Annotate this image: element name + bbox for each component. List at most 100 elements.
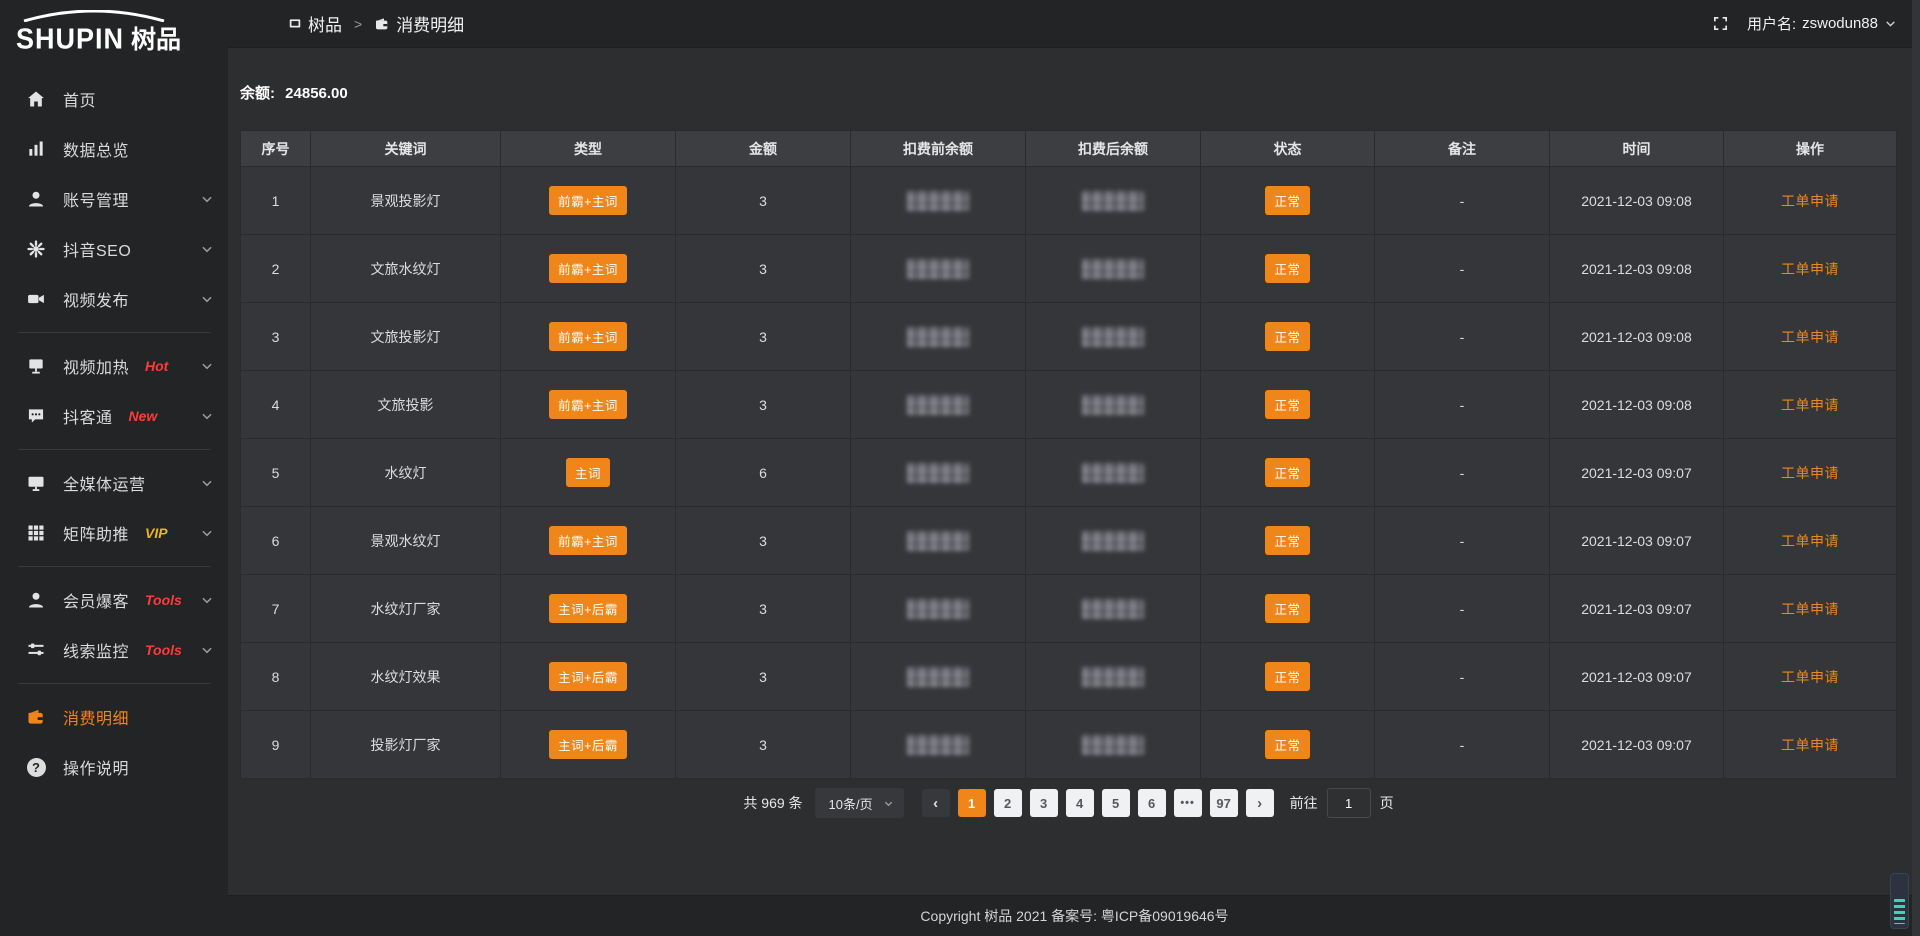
blurred-value — [907, 667, 969, 687]
page-button-6[interactable]: 6 — [1138, 789, 1166, 817]
cell-remark: - — [1375, 439, 1550, 507]
footer: Copyright 树品 2021 备案号: 粤ICP备09019646号 — [228, 895, 1920, 936]
logo-text-cn: 树品 — [131, 20, 181, 56]
cell-pre-balance — [851, 167, 1026, 235]
cell-post-balance — [1026, 439, 1201, 507]
sidebar-item-7[interactable]: 全媒体运营 — [0, 458, 228, 508]
sidebar-item-label: 抖客通 — [63, 404, 113, 428]
table-row: 1景观投影灯前霸+主词3正常-2021-12-03 09:08工单申请 — [241, 167, 1897, 235]
fullscreen-icon[interactable] — [1712, 15, 1729, 32]
page-button-5[interactable]: 5 — [1102, 789, 1130, 817]
cell-action: 工单申请 — [1724, 167, 1897, 235]
page-button-2[interactable]: 2 — [994, 789, 1022, 817]
balance-value: 24856.00 — [285, 85, 348, 102]
chevron-down-icon — [200, 192, 214, 206]
cell-type: 主词+后霸 — [501, 643, 676, 711]
cell-post-balance — [1026, 643, 1201, 711]
table-row: 4文旅投影前霸+主词3正常-2021-12-03 09:08工单申请 — [241, 371, 1897, 439]
more-pages-button[interactable]: ••• — [1174, 789, 1202, 817]
cell-action: 工单申请 — [1724, 371, 1897, 439]
type-badge: 主词+后霸 — [549, 594, 627, 623]
work-order-link[interactable]: 工单申请 — [1781, 669, 1839, 685]
blurred-value — [907, 327, 969, 347]
page-button-4[interactable]: 4 — [1066, 789, 1094, 817]
page-button-1[interactable]: 1 — [958, 789, 986, 817]
column-header: 操作 — [1724, 131, 1897, 167]
work-order-link[interactable]: 工单申请 — [1781, 193, 1839, 209]
sidebar-divider — [18, 683, 210, 684]
page-scrollbar[interactable] — [1912, 0, 1920, 936]
wallet-small-icon — [374, 16, 390, 32]
cell-time: 2021-12-03 09:07 — [1550, 507, 1724, 575]
type-badge: 主词 — [566, 458, 610, 487]
cell-index: 7 — [241, 575, 311, 643]
work-order-link[interactable]: 工单申请 — [1781, 737, 1839, 753]
breadcrumb-item-home[interactable]: 树品 — [288, 11, 342, 36]
gear-icon — [26, 239, 46, 259]
cell-time: 2021-12-03 09:08 — [1550, 167, 1724, 235]
page-size-select[interactable]: 10条/页 — [815, 788, 904, 818]
blurred-value — [1082, 327, 1144, 347]
consumption-table: 序号关键词类型金额扣费前余额扣费后余额状态备注时间操作 1景观投影灯前霸+主词3… — [240, 130, 1897, 779]
page-button-97[interactable]: 97 — [1210, 789, 1238, 817]
sidebar-menu: 首页数据总览账号管理抖音SEO视频发布视频加热Hot抖客通New 全媒体运营矩阵助… — [0, 70, 228, 936]
cell-pre-balance — [851, 507, 1026, 575]
column-header: 时间 — [1550, 131, 1724, 167]
work-order-link[interactable]: 工单申请 — [1781, 397, 1839, 413]
sidebar-item-3[interactable]: 抖音SEO — [0, 224, 228, 274]
table-row: 3文旅投影灯前霸+主词3正常-2021-12-03 09:08工单申请 — [241, 303, 1897, 371]
sidebar-item-10[interactable]: 线索监控Tools — [0, 625, 228, 675]
sidebar-item-4[interactable]: 视频发布 — [0, 274, 228, 324]
sidebar-item-label: 账号管理 — [63, 187, 129, 211]
sidebar-item-5[interactable]: 视频加热Hot — [0, 341, 228, 391]
cell-action: 工单申请 — [1724, 643, 1897, 711]
next-page-button[interactable]: › — [1246, 789, 1274, 817]
work-order-link[interactable]: 工单申请 — [1781, 261, 1839, 277]
sidebar-item-8[interactable]: 矩阵助推VIP — [0, 508, 228, 558]
sidebar-item-label: 线索监控 — [63, 638, 129, 662]
sidebar-item-0[interactable]: 首页 — [0, 74, 228, 124]
goto-page-input[interactable] — [1327, 788, 1371, 818]
sidebar-item-6[interactable]: 抖客通New — [0, 391, 228, 441]
sidebar-item-2[interactable]: 账号管理 — [0, 174, 228, 224]
sidebar-item-9[interactable]: 会员爆客Tools — [0, 575, 228, 625]
cell-index: 2 — [241, 235, 311, 303]
cell-amount: 6 — [676, 439, 851, 507]
cell-status: 正常 — [1201, 167, 1375, 235]
page-size-value: 10条/页 — [829, 794, 873, 813]
work-order-link[interactable]: 工单申请 — [1781, 465, 1839, 481]
cell-action: 工单申请 — [1724, 575, 1897, 643]
cell-post-balance — [1026, 167, 1201, 235]
work-order-link[interactable]: 工单申请 — [1781, 533, 1839, 549]
cell-action: 工单申请 — [1724, 303, 1897, 371]
breadcrumb-separator: > — [354, 16, 362, 32]
grid-icon — [26, 523, 46, 543]
pagination: 共 969 条 10条/页 ‹ 123456•••97 › 前往 页 — [240, 788, 1897, 818]
page-buttons: 123456 ••• 97 — [954, 789, 1242, 817]
type-badge: 前霸+主词 — [549, 526, 627, 555]
user-menu[interactable]: 用户名: zswodun88 — [1747, 13, 1897, 34]
copyright-text: Copyright 树品 2021 备案号: 粤ICP备09019646号 — [920, 906, 1228, 926]
cell-amount: 3 — [676, 235, 851, 303]
cell-time: 2021-12-03 09:08 — [1550, 235, 1724, 303]
goto-unit: 页 — [1380, 793, 1394, 813]
chevron-down-icon — [200, 476, 214, 490]
column-header: 金额 — [676, 131, 851, 167]
sidebar-item-label: 视频加热 — [63, 354, 129, 378]
floating-widget[interactable] — [1890, 873, 1909, 929]
status-badge: 正常 — [1265, 526, 1309, 555]
sidebar-item-11[interactable]: 消费明细 — [0, 692, 228, 742]
sidebar-item-1[interactable]: 数据总览 — [0, 124, 228, 174]
monitor-icon — [26, 473, 46, 493]
chevron-down-icon — [200, 643, 214, 657]
work-order-link[interactable]: 工单申请 — [1781, 601, 1839, 617]
prev-page-button[interactable]: ‹ — [922, 789, 950, 817]
column-header: 扣费前余额 — [851, 131, 1026, 167]
cell-remark: - — [1375, 235, 1550, 303]
page-button-3[interactable]: 3 — [1030, 789, 1058, 817]
cell-amount: 3 — [676, 575, 851, 643]
cell-action: 工单申请 — [1724, 507, 1897, 575]
sidebar-item-12[interactable]: ?操作说明 — [0, 742, 228, 792]
work-order-link[interactable]: 工单申请 — [1781, 329, 1839, 345]
monitor-small-icon — [288, 17, 302, 31]
